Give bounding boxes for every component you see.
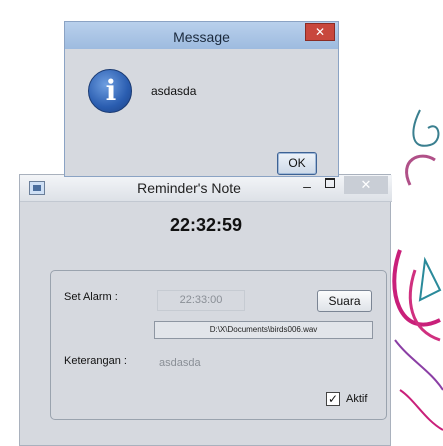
sound-path-field[interactable]: D:\X\Documents\birds006.wav — [154, 321, 373, 339]
reminder-title-bar[interactable]: Reminder's Note – ✕ — [20, 175, 392, 202]
minimize-button[interactable]: – — [299, 177, 315, 195]
message-dialog-title: Message — [173, 29, 230, 45]
sound-button[interactable]: Suara — [317, 290, 372, 312]
active-label[interactable]: Aktif — [346, 393, 367, 405]
reminder-window: Reminder's Note – ✕ 22:32:59 Set Alarm :… — [19, 174, 392, 446]
ok-button[interactable]: OK — [277, 152, 317, 175]
message-text: asdasda — [151, 84, 197, 98]
maximize-button[interactable] — [325, 178, 335, 188]
reminder-window-title: Reminder's Note — [137, 180, 241, 196]
info-icon: i — [88, 69, 132, 113]
current-time-display: 22:32:59 — [169, 215, 243, 235]
note-label: Keterangan : — [64, 355, 127, 367]
message-title-bar[interactable]: Message ✕ — [65, 22, 338, 49]
note-field[interactable]: asdasda — [157, 353, 371, 375]
message-close-button[interactable]: ✕ — [305, 23, 335, 41]
alarm-time-field[interactable]: 22:33:00 — [157, 290, 245, 311]
info-icon-glyph: i — [105, 74, 117, 107]
alarm-settings-panel: Set Alarm : 22:33:00 Suara D:\X\Document… — [50, 270, 387, 420]
message-body: i asdasda OK — [66, 49, 337, 176]
set-alarm-label: Set Alarm : — [64, 291, 118, 303]
active-checkbox[interactable]: ✓ — [326, 392, 340, 406]
message-dialog: Message ✕ i asdasda OK — [64, 21, 339, 177]
reminder-close-button[interactable]: ✕ — [344, 176, 388, 194]
desktop: Reminder's Note – ✕ 22:32:59 Set Alarm :… — [0, 0, 443, 446]
